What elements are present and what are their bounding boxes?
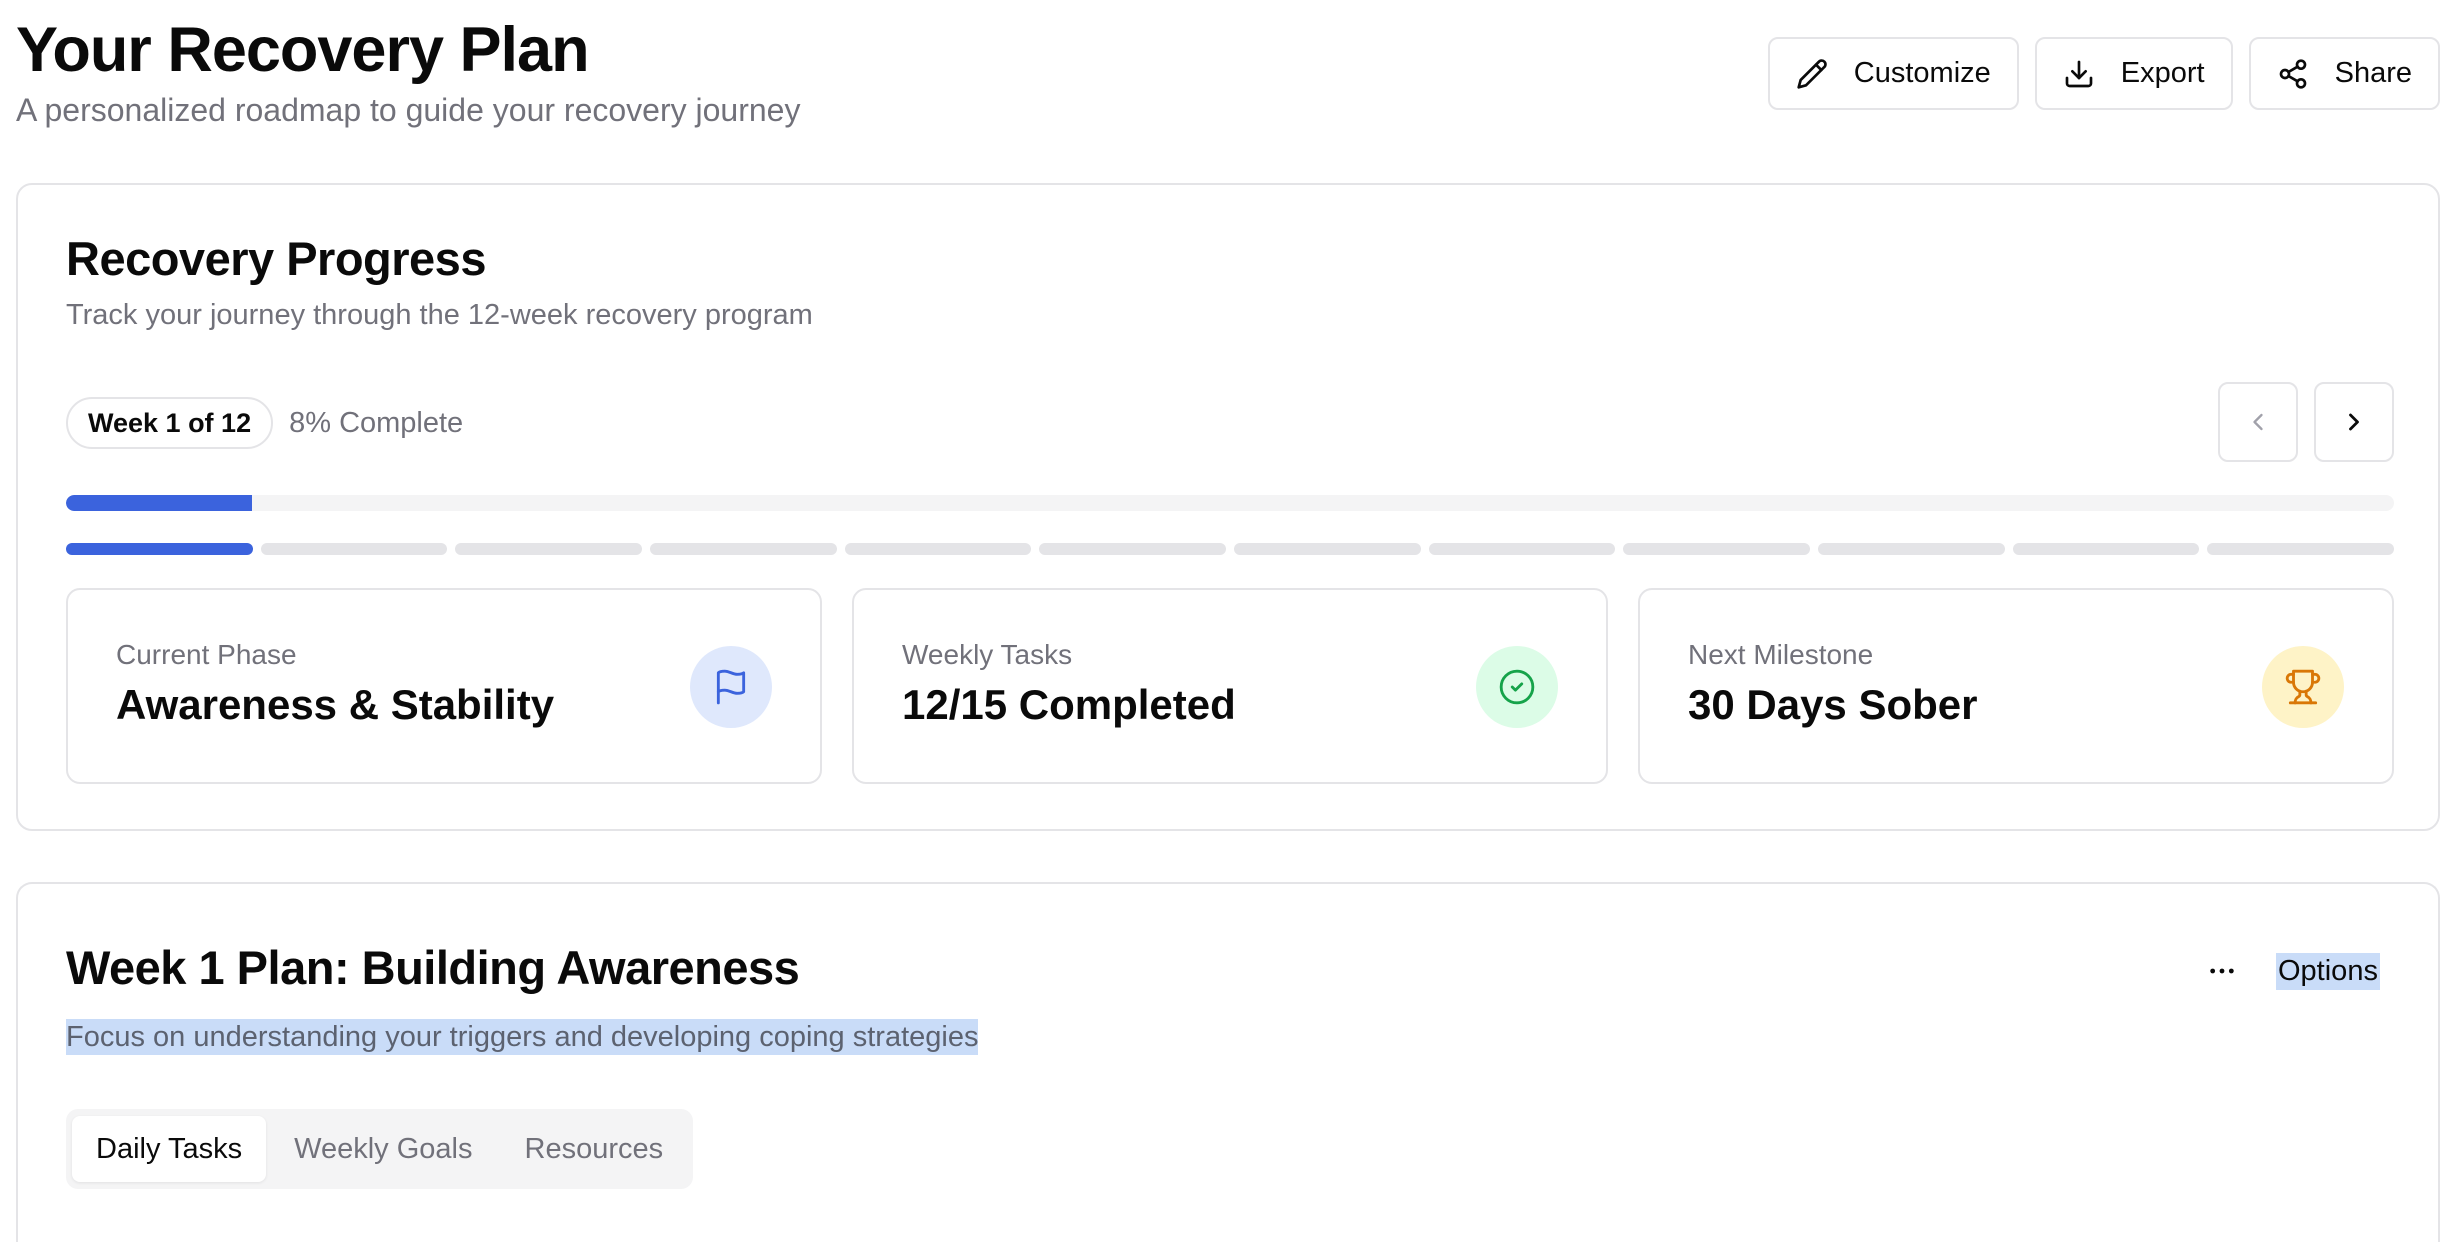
week-plan-description: Focus on understanding your triggers and… — [66, 1019, 979, 1055]
chevron-left-icon — [2244, 408, 2272, 436]
options-button[interactable]: Options — [2276, 952, 2380, 990]
week-plan-card: Week 1 Plan: Building Awareness Focus on… — [16, 882, 2440, 1242]
stat-value: 30 Days Sober — [1688, 681, 1978, 728]
flag-icon — [690, 646, 772, 728]
recovery-progress-card: Recovery Progress Track your journey thr… — [16, 183, 2440, 831]
stat-label: Weekly Tasks — [902, 639, 1073, 670]
page-header: Your Recovery Plan A personalized roadma… — [16, 0, 2440, 150]
week-segment — [2207, 543, 2395, 555]
week-segment — [1428, 543, 1616, 555]
week-segment — [844, 543, 1032, 555]
overall-progress-bar — [66, 495, 2394, 511]
download-icon — [2063, 58, 2095, 90]
week-segment — [1039, 543, 1227, 555]
week-plan-title: Week 1 Plan: Building Awareness — [66, 941, 800, 994]
previous-week-button[interactable] — [2218, 382, 2298, 462]
plan-options-menu: Options — [2198, 947, 2380, 995]
tab-daily-tasks[interactable]: Daily Tasks — [72, 1116, 267, 1182]
export-label: Export — [2120, 57, 2205, 89]
week-segment — [1623, 543, 1811, 555]
week-segment — [650, 543, 837, 555]
check-circle-icon — [1476, 646, 1558, 728]
week-status-row: Week 1 of 12 8% Complete — [66, 397, 463, 449]
week-segment — [2012, 543, 2200, 555]
next-week-button[interactable] — [2314, 382, 2394, 462]
customize-label: Customize — [1853, 57, 1991, 89]
week-segments — [66, 543, 2395, 555]
stat-value: 12/15 Completed — [902, 681, 1236, 728]
stat-value: Awareness & Stability — [116, 681, 555, 728]
tab-weekly-goals[interactable]: Weekly Goals — [270, 1116, 496, 1182]
overall-progress-fill — [66, 495, 253, 511]
progress-card-title: Recovery Progress — [66, 232, 486, 285]
plan-tabs: Daily Tasks Weekly Goals Resources — [66, 1109, 694, 1189]
tab-resources[interactable]: Resources — [501, 1116, 688, 1182]
stat-card-weekly-tasks: Weekly Tasks 12/15 Completed — [852, 588, 1608, 784]
share-button[interactable]: Share — [2248, 37, 2440, 110]
week-badge: Week 1 of 12 — [66, 397, 274, 449]
week-segment — [1234, 543, 1421, 555]
week-segment — [1818, 543, 2005, 555]
stat-card-current-phase: Current Phase Awareness & Stability — [66, 588, 822, 784]
export-button[interactable]: Export — [2034, 37, 2233, 110]
week-segment — [455, 543, 643, 555]
trophy-icon — [2262, 646, 2344, 728]
progress-card-description: Track your journey through the 12-week r… — [66, 299, 813, 331]
percent-complete-text: 8% Complete — [289, 406, 464, 439]
share-icon — [2277, 58, 2309, 90]
share-label: Share — [2334, 57, 2412, 89]
stat-card-next-milestone: Next Milestone 30 Days Sober — [1638, 588, 2394, 784]
page-title: Your Recovery Plan — [16, 15, 590, 85]
stat-label: Next Milestone — [1688, 639, 1874, 670]
week-segment — [66, 543, 253, 555]
more-horizontal-icon[interactable] — [2198, 947, 2246, 995]
stat-label: Current Phase — [116, 639, 297, 670]
week-segment — [260, 543, 448, 555]
chevron-right-icon — [2340, 408, 2368, 436]
pencil-icon — [1796, 58, 1828, 90]
customize-button[interactable]: Customize — [1767, 37, 2019, 110]
page-subtitle: A personalized roadmap to guide your rec… — [16, 92, 801, 128]
header-actions: Customize Export Share — [1767, 37, 2440, 110]
